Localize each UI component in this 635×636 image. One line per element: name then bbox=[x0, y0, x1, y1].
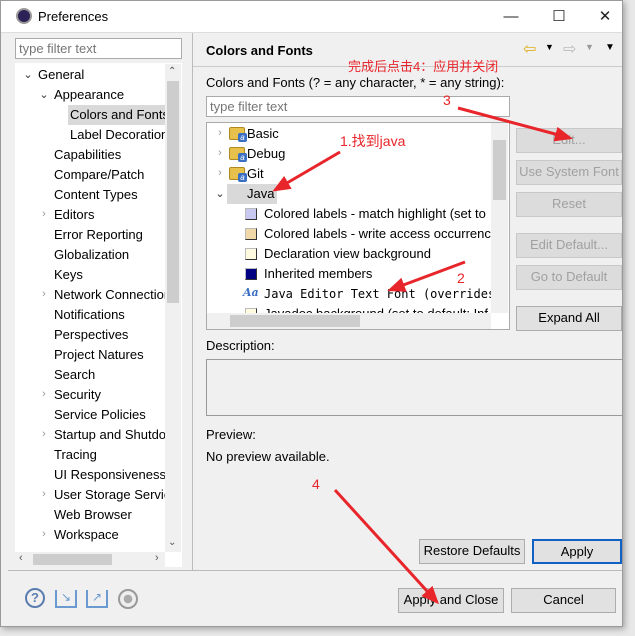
arrow-step1 bbox=[272, 150, 341, 192]
arrow-step2 bbox=[387, 260, 466, 292]
arrow-step3 bbox=[457, 106, 573, 142]
arrow-step4 bbox=[333, 488, 440, 605]
annotation-arrows bbox=[272, 106, 573, 605]
